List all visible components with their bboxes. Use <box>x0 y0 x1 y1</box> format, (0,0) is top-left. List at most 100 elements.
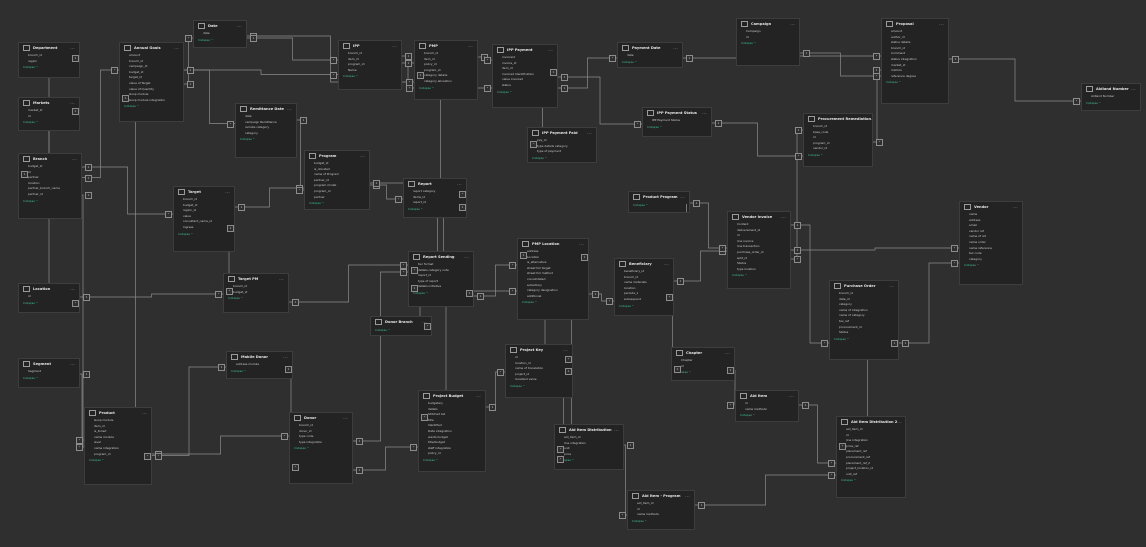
table-ipp[interactable]: IPP ··· branch_id item_id program_id Name Coll… <box>338 40 402 90</box>
table-purchase-order[interactable]: Purchase Order ··· branch_id date_id categor… <box>829 280 899 360</box>
table-header[interactable]: Product Program ··· <box>629 192 689 202</box>
table-header[interactable]: Product ··· <box>85 408 151 418</box>
more-options-icon[interactable]: ··· <box>939 22 944 27</box>
table-header[interactable]: Vendor ··· <box>960 202 1022 212</box>
table-header[interactable]: Program ··· <box>305 151 369 161</box>
relationship-line[interactable] <box>899 262 959 344</box>
collapse-link[interactable]: Collapse ^ <box>506 383 572 389</box>
table-product-program[interactable]: Product Program ··· Collapse ^ <box>628 191 690 213</box>
collapse-link[interactable]: Collapse ^ <box>518 299 588 305</box>
table-header[interactable]: Procurement Remediation··· <box>804 114 872 124</box>
relationship-line[interactable] <box>791 247 959 251</box>
collapse-link[interactable]: Collapse ^ <box>174 231 234 237</box>
more-options-icon[interactable]: ··· <box>343 416 348 421</box>
relationship-line[interactable] <box>80 293 223 298</box>
collapse-link[interactable]: Collapse ^ <box>19 300 79 306</box>
table-header[interactable]: Mobile Donor ··· <box>227 352 292 362</box>
table-project-key[interactable]: Project Key ··· id location_id name of trans… <box>505 344 573 398</box>
more-options-icon[interactable]: ··· <box>579 242 584 247</box>
table-header[interactable]: Aidland Number ··· <box>1082 84 1140 94</box>
table-target[interactable]: Target ··· branch_id budget_id region_id valu… <box>173 186 235 252</box>
table-donor[interactable]: Donor ··· branch_id donor_id type code type i… <box>289 412 353 484</box>
relationship-line[interactable] <box>247 37 338 61</box>
collapse-link[interactable]: Collapse ^ <box>236 136 296 142</box>
more-options-icon[interactable]: ··· <box>587 131 592 136</box>
collapse-link[interactable]: Collapse ^ <box>19 375 79 381</box>
more-options-icon[interactable]: ··· <box>563 348 568 353</box>
collapse-link[interactable]: Collapse ^ <box>404 206 466 212</box>
collapse-link[interactable]: Collapse ^ <box>227 368 292 374</box>
collapse-link[interactable]: Collapse ^ <box>339 73 401 79</box>
table-vendor-invoice[interactable]: Vendor Invoice ··· Content deliverement_id i… <box>727 211 791 289</box>
more-options-icon[interactable]: ··· <box>279 277 284 282</box>
table-ipp-payment[interactable]: IPP Payment ··· invoiceid invoice_id item_id… <box>492 44 558 108</box>
relationship-line[interactable] <box>119 97 152 456</box>
more-options-icon[interactable]: ··· <box>360 154 365 159</box>
collapse-link[interactable]: Collapse ^ <box>804 152 872 158</box>
relationship-line[interactable] <box>791 129 803 260</box>
table-pmp[interactable]: PMP ··· branch_id item_id policy_id program_i… <box>414 40 478 100</box>
table-procurement-remediation[interactable]: Procurement Remediation···branch_idbase_… <box>803 113 873 167</box>
more-options-icon[interactable]: ··· <box>889 284 894 289</box>
table-annual-goals[interactable]: Annual Goals ··· amount branch_id campaign_i… <box>119 42 184 122</box>
collapse-link[interactable]: Collapse ^ <box>19 119 79 125</box>
more-options-icon[interactable]: ··· <box>702 111 707 116</box>
table-product[interactable]: Product ··· Goop module item_id is_linked nam… <box>84 407 152 485</box>
table-header[interactable]: Remittance Date ··· <box>236 104 296 114</box>
collapse-link[interactable]: Collapse ^ <box>618 59 682 65</box>
collapse-link[interactable]: Collapse ^ <box>960 262 1022 268</box>
collapse-link[interactable]: Collapse ^ <box>194 37 246 43</box>
collapse-link[interactable]: Collapse ^ <box>419 457 485 463</box>
collapse-link[interactable]: Collapse ^ <box>305 200 369 206</box>
more-options-icon[interactable]: ··· <box>70 101 75 106</box>
table-header[interactable]: Aid Item ··· <box>736 391 798 401</box>
collapse-link[interactable]: Collapse ^ <box>830 336 898 342</box>
collapse-link[interactable]: Collapse ^ <box>628 518 694 524</box>
table-mobile-donor[interactable]: Mobile Donor ··· address module Collapse ^ <box>226 351 293 379</box>
table-header[interactable]: Payment Date ··· <box>618 43 682 53</box>
more-options-icon[interactable]: ··· <box>685 494 690 499</box>
table-header[interactable]: IPP Payment Status ··· <box>643 108 711 118</box>
table-aidland-number[interactable]: Aidland Number ··· Aidland Number Collapse … <box>1081 83 1141 111</box>
table-header[interactable]: Annual Goals ··· <box>120 43 183 53</box>
more-options-icon[interactable]: ··· <box>790 22 795 27</box>
collapse-link[interactable]: Collapse ^ <box>371 327 431 333</box>
more-options-icon[interactable]: ··· <box>70 46 75 51</box>
collapse-link[interactable]: Collapse ^ <box>409 290 473 296</box>
table-donor-branch[interactable]: Donor Branch ··· Collapse ^ <box>370 316 432 336</box>
table-location[interactable]: Location ··· id Collapse ^ <box>18 283 80 313</box>
table-scrollbar[interactable] <box>685 204 687 212</box>
more-options-icon[interactable]: ··· <box>237 24 242 29</box>
table-vendor[interactable]: Vendor ··· name address email vendor ref name … <box>959 201 1023 285</box>
table-header[interactable]: PMP ··· <box>415 41 477 51</box>
collapse-link[interactable]: Collapse ^ <box>615 303 673 309</box>
more-options-icon[interactable]: ··· <box>781 215 786 220</box>
relationship-line[interactable] <box>690 202 727 249</box>
table-header[interactable]: Report Sending ··· <box>409 252 473 262</box>
table-header[interactable]: Donor ··· <box>290 413 352 423</box>
more-options-icon[interactable]: ··· <box>614 428 619 433</box>
relationship-line[interactable] <box>184 69 338 75</box>
table-date[interactable]: Date ··· date Collapse ^ <box>193 20 247 48</box>
relationship-line[interactable] <box>82 69 119 178</box>
more-options-icon[interactable]: ··· <box>174 46 179 51</box>
table-header[interactable]: IPP ··· <box>339 41 401 51</box>
collapse-link[interactable]: Collapse ^ <box>85 457 151 463</box>
collapse-link[interactable]: Collapse ^ <box>882 79 948 85</box>
table-report[interactable]: Report ··· report category items_id report_i… <box>403 178 467 218</box>
relationship-line[interactable] <box>353 271 408 442</box>
table-aid-item[interactable]: Aid Item ··· id name methods Collapse ^ <box>735 390 799 422</box>
relationship-line[interactable] <box>82 166 173 215</box>
relationship-line[interactable] <box>695 474 836 506</box>
more-options-icon[interactable]: ··· <box>225 190 230 195</box>
relationship-line[interactable] <box>184 69 235 124</box>
table-remittance-date[interactable]: Remittance Date ··· date campaign Remittanc… <box>235 103 297 158</box>
table-payment-date[interactable]: Payment Date ··· date Collapse ^ <box>617 42 683 68</box>
table-project-budget[interactable]: Project Budget ··· budgetary details Stitche… <box>418 390 486 472</box>
collapse-link[interactable]: Collapse ^ <box>528 155 596 161</box>
collapse-link[interactable]: Collapse ^ <box>629 202 689 208</box>
table-program[interactable]: Program ··· budget_id is_donated name of Pro… <box>304 150 370 210</box>
collapse-link[interactable]: Collapse ^ <box>290 445 352 451</box>
collapse-link[interactable]: Collapse ^ <box>643 124 711 130</box>
more-options-icon[interactable]: ··· <box>664 262 669 267</box>
